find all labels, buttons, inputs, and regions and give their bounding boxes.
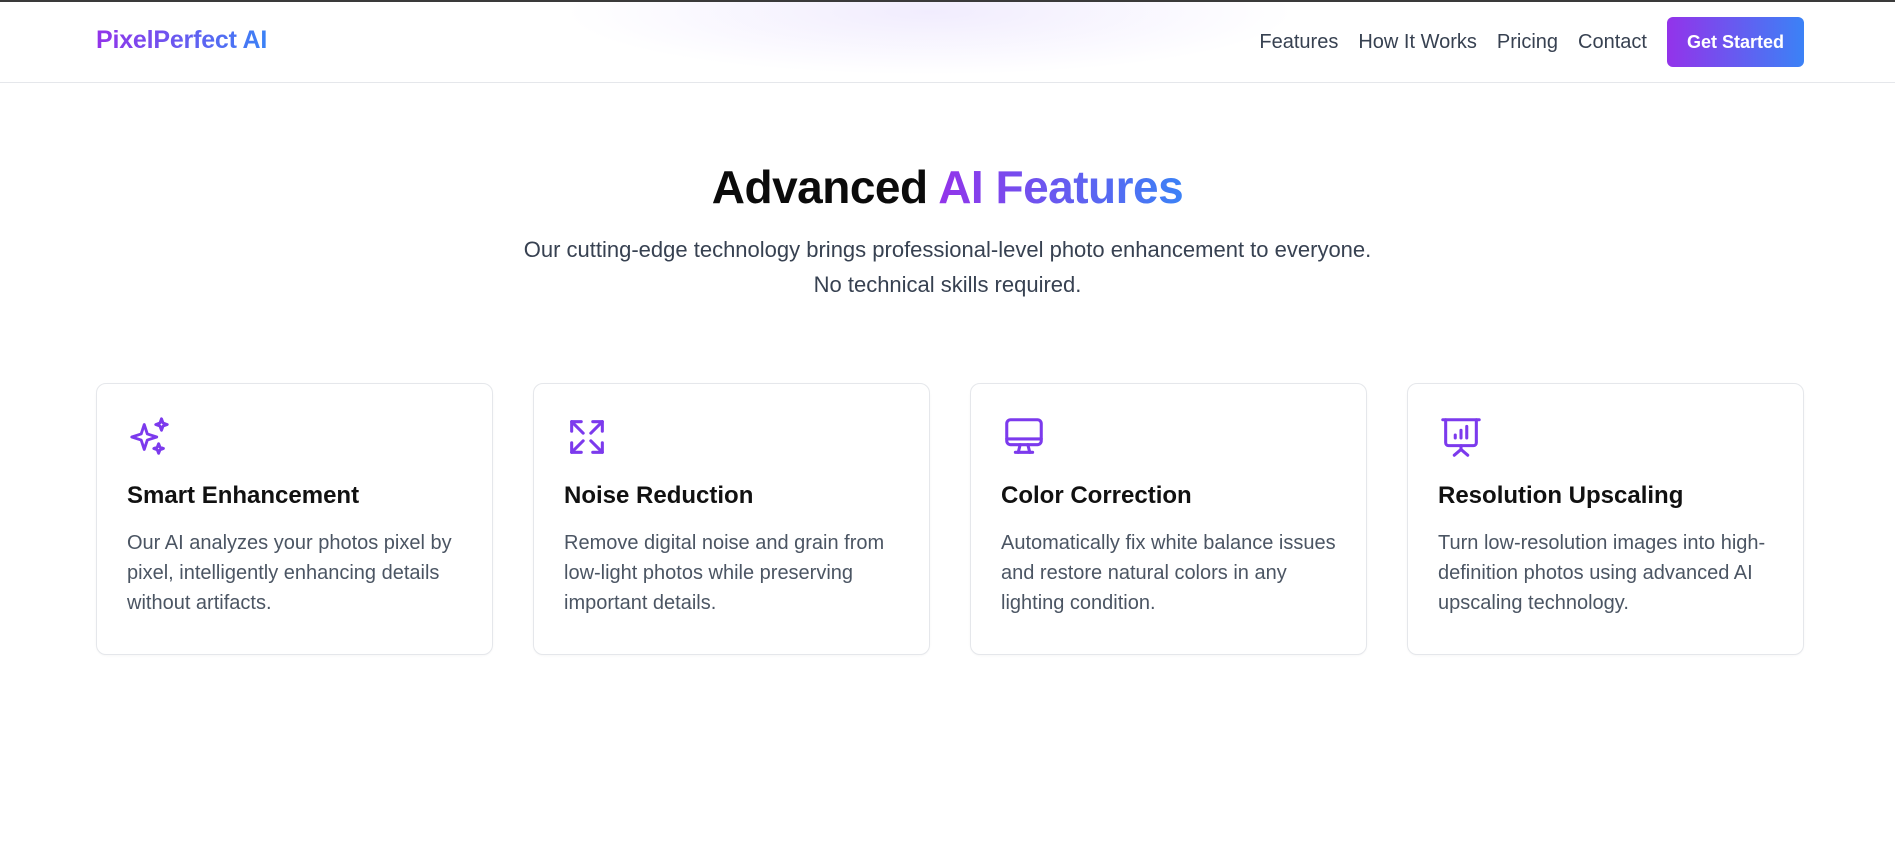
section-title-plain: Advanced [711, 161, 939, 213]
feature-card-color-correction: Color Correction Automatically fix white… [970, 383, 1367, 655]
subtitle-line-1: Our cutting-edge technology brings profe… [523, 237, 1372, 262]
monitor-icon [1005, 418, 1043, 454]
expand-arrows-icon [570, 420, 604, 454]
feature-card-resolution-upscaling: Resolution Upscaling Turn low-resolution… [1407, 383, 1804, 655]
section-subtitle: Our cutting-edge technology brings profe… [0, 232, 1895, 302]
main-nav: Features How It Works Pricing Contact Ge… [1259, 17, 1804, 67]
section-title-accent: AI Features [938, 161, 1184, 213]
feature-cards: Smart Enhancement Our AI analyzes your p… [96, 383, 1804, 655]
site-header: PixelPerfect AI Features How It Works Pr… [0, 2, 1895, 83]
features-hero: Advanced AI Features Our cutting-edge te… [0, 160, 1895, 302]
feature-description: Remove digital noise and grain from low-… [564, 532, 885, 614]
sparkles-icon [130, 417, 169, 455]
feature-title: Smart Enhancement [127, 482, 360, 509]
feature-description: Automatically fix white balance issues a… [1001, 532, 1336, 614]
nav-link-how-it-works[interactable]: How It Works [1358, 31, 1477, 54]
presentation-chart-icon [1441, 418, 1481, 457]
feature-title: Resolution Upscaling [1438, 482, 1684, 509]
feature-card-noise-reduction: Noise Reduction Remove digital noise and… [533, 383, 930, 655]
feature-card-smart-enhancement: Smart Enhancement Our AI analyzes your p… [96, 383, 493, 655]
feature-description: Our AI analyzes your photos pixel by pix… [127, 532, 452, 614]
feature-title: Color Correction [1001, 482, 1192, 509]
nav-link-contact[interactable]: Contact [1578, 31, 1647, 54]
feature-title: Noise Reduction [564, 482, 754, 509]
brand-logo[interactable]: PixelPerfect AI [96, 26, 267, 55]
get-started-button[interactable]: Get Started [1666, 17, 1804, 67]
subtitle-line-2: No technical skills required. [813, 272, 1082, 297]
section-title: Advanced AI Features [0, 160, 1895, 214]
feature-description: Turn low-resolution images into high-def… [1438, 532, 1766, 614]
nav-link-features[interactable]: Features [1259, 31, 1338, 54]
nav-link-pricing[interactable]: Pricing [1497, 31, 1558, 54]
